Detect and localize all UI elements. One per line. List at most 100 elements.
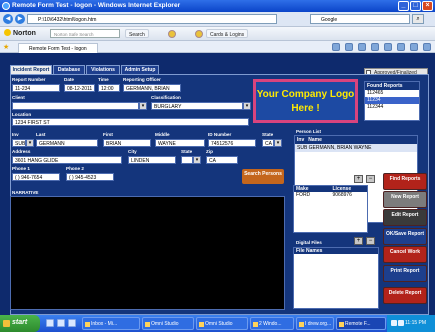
mail-icon[interactable]: [358, 43, 366, 51]
taskbar-item-windows[interactable]: 2 Windo...: [250, 317, 294, 330]
state-dropdown-icon[interactable]: ▾: [274, 139, 282, 147]
ie-icon: [339, 322, 344, 327]
remove-vehicle-icon[interactable]: −: [366, 175, 375, 183]
taskbar-item-remote-form[interactable]: Remote F...: [336, 317, 386, 330]
found-reports-list: Found Reports 112465 11234 112344: [364, 81, 420, 121]
vehicle-row[interactable]: FORD 9068976: [294, 192, 367, 198]
last-name-field[interactable]: GERMANN: [36, 139, 98, 147]
clock[interactable]: 11:15 PM: [405, 320, 426, 326]
norton-check-icon: [4, 29, 11, 36]
tab-admin-setup[interactable]: Admin Setup: [121, 65, 159, 74]
edit-report-button[interactable]: Edit Report: [383, 209, 427, 226]
forward-icon[interactable]: ▶: [15, 14, 25, 24]
state-field[interactable]: CA: [262, 139, 274, 147]
taskbar-item-omni-2[interactable]: Omni Studio: [196, 317, 248, 330]
home-icon[interactable]: [332, 43, 340, 51]
network-icon[interactable]: [391, 320, 397, 326]
cancel-work-button[interactable]: Cancel Work: [383, 246, 427, 263]
safety-menu-icon[interactable]: [397, 43, 405, 51]
ok-save-report-button[interactable]: OK/Save Report: [383, 228, 427, 245]
quick-launch-desktop-icon[interactable]: [57, 319, 65, 327]
ie-logo-icon: [2, 2, 10, 10]
inv-field[interactable]: SUB: [12, 139, 26, 147]
volume-icon[interactable]: [398, 320, 404, 326]
browser-window: Remote Form Test - logon - Windows Inter…: [0, 0, 435, 332]
tools-menu-icon[interactable]: [410, 43, 418, 51]
tab-incident-report[interactable]: Incident Report: [10, 65, 52, 74]
client-field[interactable]: [12, 102, 139, 110]
reporting-officer-field[interactable]: GERMANN, BRIAN: [123, 84, 181, 92]
phone2-field[interactable]: ( ) 945-4523: [66, 173, 114, 181]
inv-dropdown-icon[interactable]: ▾: [26, 139, 34, 147]
quick-launch-media-icon[interactable]: [68, 319, 76, 327]
quick-launch-ie-icon[interactable]: [46, 319, 54, 327]
state2-label: State: [181, 149, 193, 154]
address-field[interactable]: 3601 HANG GLIDE: [12, 156, 122, 164]
classification-dropdown-icon[interactable]: ▾: [243, 102, 251, 110]
back-icon[interactable]: ◀: [3, 14, 13, 24]
browser-tab[interactable]: Remote Form Test - logon: [18, 43, 98, 53]
report-number-field[interactable]: 11-234: [12, 84, 60, 92]
date-field[interactable]: 08-12-2011: [64, 84, 95, 92]
add-file-icon[interactable]: +: [354, 237, 363, 245]
web-search-input[interactable]: Google: [310, 14, 410, 24]
outlook-icon: [85, 322, 90, 327]
close-button[interactable]: ×: [422, 1, 433, 11]
state2-field[interactable]: [181, 156, 193, 164]
state2-dropdown-icon[interactable]: ▾: [193, 156, 201, 164]
help-icon[interactable]: [423, 43, 431, 51]
search-persons-button[interactable]: Search Persons: [242, 169, 284, 184]
last-name-label: Last: [36, 132, 46, 137]
taskbar-item-idrew[interactable]: I drew.org...: [296, 317, 334, 330]
narrative-textarea[interactable]: [10, 196, 285, 310]
identity-icon[interactable]: [195, 30, 203, 38]
favorites-star-icon[interactable]: ★: [3, 43, 9, 51]
location-field[interactable]: 1234 FIRST ST: [12, 118, 249, 126]
vehicles-table: Make License FORD 9068976: [293, 185, 368, 233]
add-vehicle-icon[interactable]: +: [354, 175, 363, 183]
classification-field[interactable]: BURGLARY: [151, 102, 243, 110]
phone1-label: Phone 1: [12, 166, 30, 171]
print-report-button[interactable]: Print Report: [383, 265, 427, 282]
client-dropdown-icon[interactable]: ▾: [139, 102, 147, 110]
safe-web-icon[interactable]: [168, 30, 176, 38]
company-logo-placeholder: Your Company Logo Here !: [253, 79, 358, 123]
delete-report-button[interactable]: Delete Report: [383, 287, 427, 304]
location-label: Location: [12, 112, 32, 117]
maximize-button[interactable]: □: [410, 1, 421, 11]
taskbar-item-inbox[interactable]: Inbox - Mi...: [82, 317, 140, 330]
found-report-item[interactable]: 11234: [365, 97, 419, 104]
person-list-row[interactable]: SUB GERMANN, BRIAN WAYNE: [295, 144, 417, 152]
start-button[interactable]: start: [0, 315, 40, 332]
address-bar: ◀ ▶ P:\10\6432\html\logon.htm Google ⌕: [0, 12, 435, 27]
title-bar: Remote Form Test - logon - Windows Inter…: [0, 0, 435, 12]
print-icon[interactable]: [371, 43, 379, 51]
zip-field[interactable]: CA: [206, 156, 238, 164]
remove-file-icon[interactable]: −: [366, 237, 375, 245]
taskbar-item-omni-1[interactable]: Omni Studio: [142, 317, 194, 330]
folder-icon: [299, 322, 304, 327]
minimize-button[interactable]: _: [398, 1, 409, 11]
middle-name-field[interactable]: WAYNE: [155, 139, 205, 147]
page-menu-icon[interactable]: [384, 43, 392, 51]
first-name-field[interactable]: BRIAN: [103, 139, 151, 147]
found-reports-header: Found Reports: [365, 82, 419, 90]
tab-violations[interactable]: Violations: [86, 65, 120, 74]
new-report-button[interactable]: New Report: [383, 191, 427, 208]
norton-search-input[interactable]: Norton Safe Search: [50, 29, 120, 38]
feeds-icon[interactable]: [345, 43, 353, 51]
cards-logins-button[interactable]: Cards & Logins: [206, 29, 249, 38]
url-field[interactable]: P:\10\6432\html\logon.htm: [27, 14, 277, 24]
time-field[interactable]: 12:00: [98, 84, 120, 92]
phone1-field[interactable]: ( ) 946-7654: [12, 173, 60, 181]
norton-search-button[interactable]: Search: [125, 29, 149, 38]
page-content: Incident Report Database Violations Admi…: [0, 53, 435, 315]
city-field[interactable]: LINDEN: [128, 156, 176, 164]
tab-database[interactable]: Database: [53, 65, 85, 74]
find-reports-button[interactable]: Find Reports: [383, 173, 427, 190]
id-number-field[interactable]: 74512576: [208, 139, 256, 147]
search-icon[interactable]: ⌕: [412, 14, 424, 24]
report-number-label: Report Number: [12, 77, 46, 82]
found-report-item[interactable]: 112344: [365, 104, 419, 111]
found-report-item[interactable]: 112465: [365, 90, 419, 97]
